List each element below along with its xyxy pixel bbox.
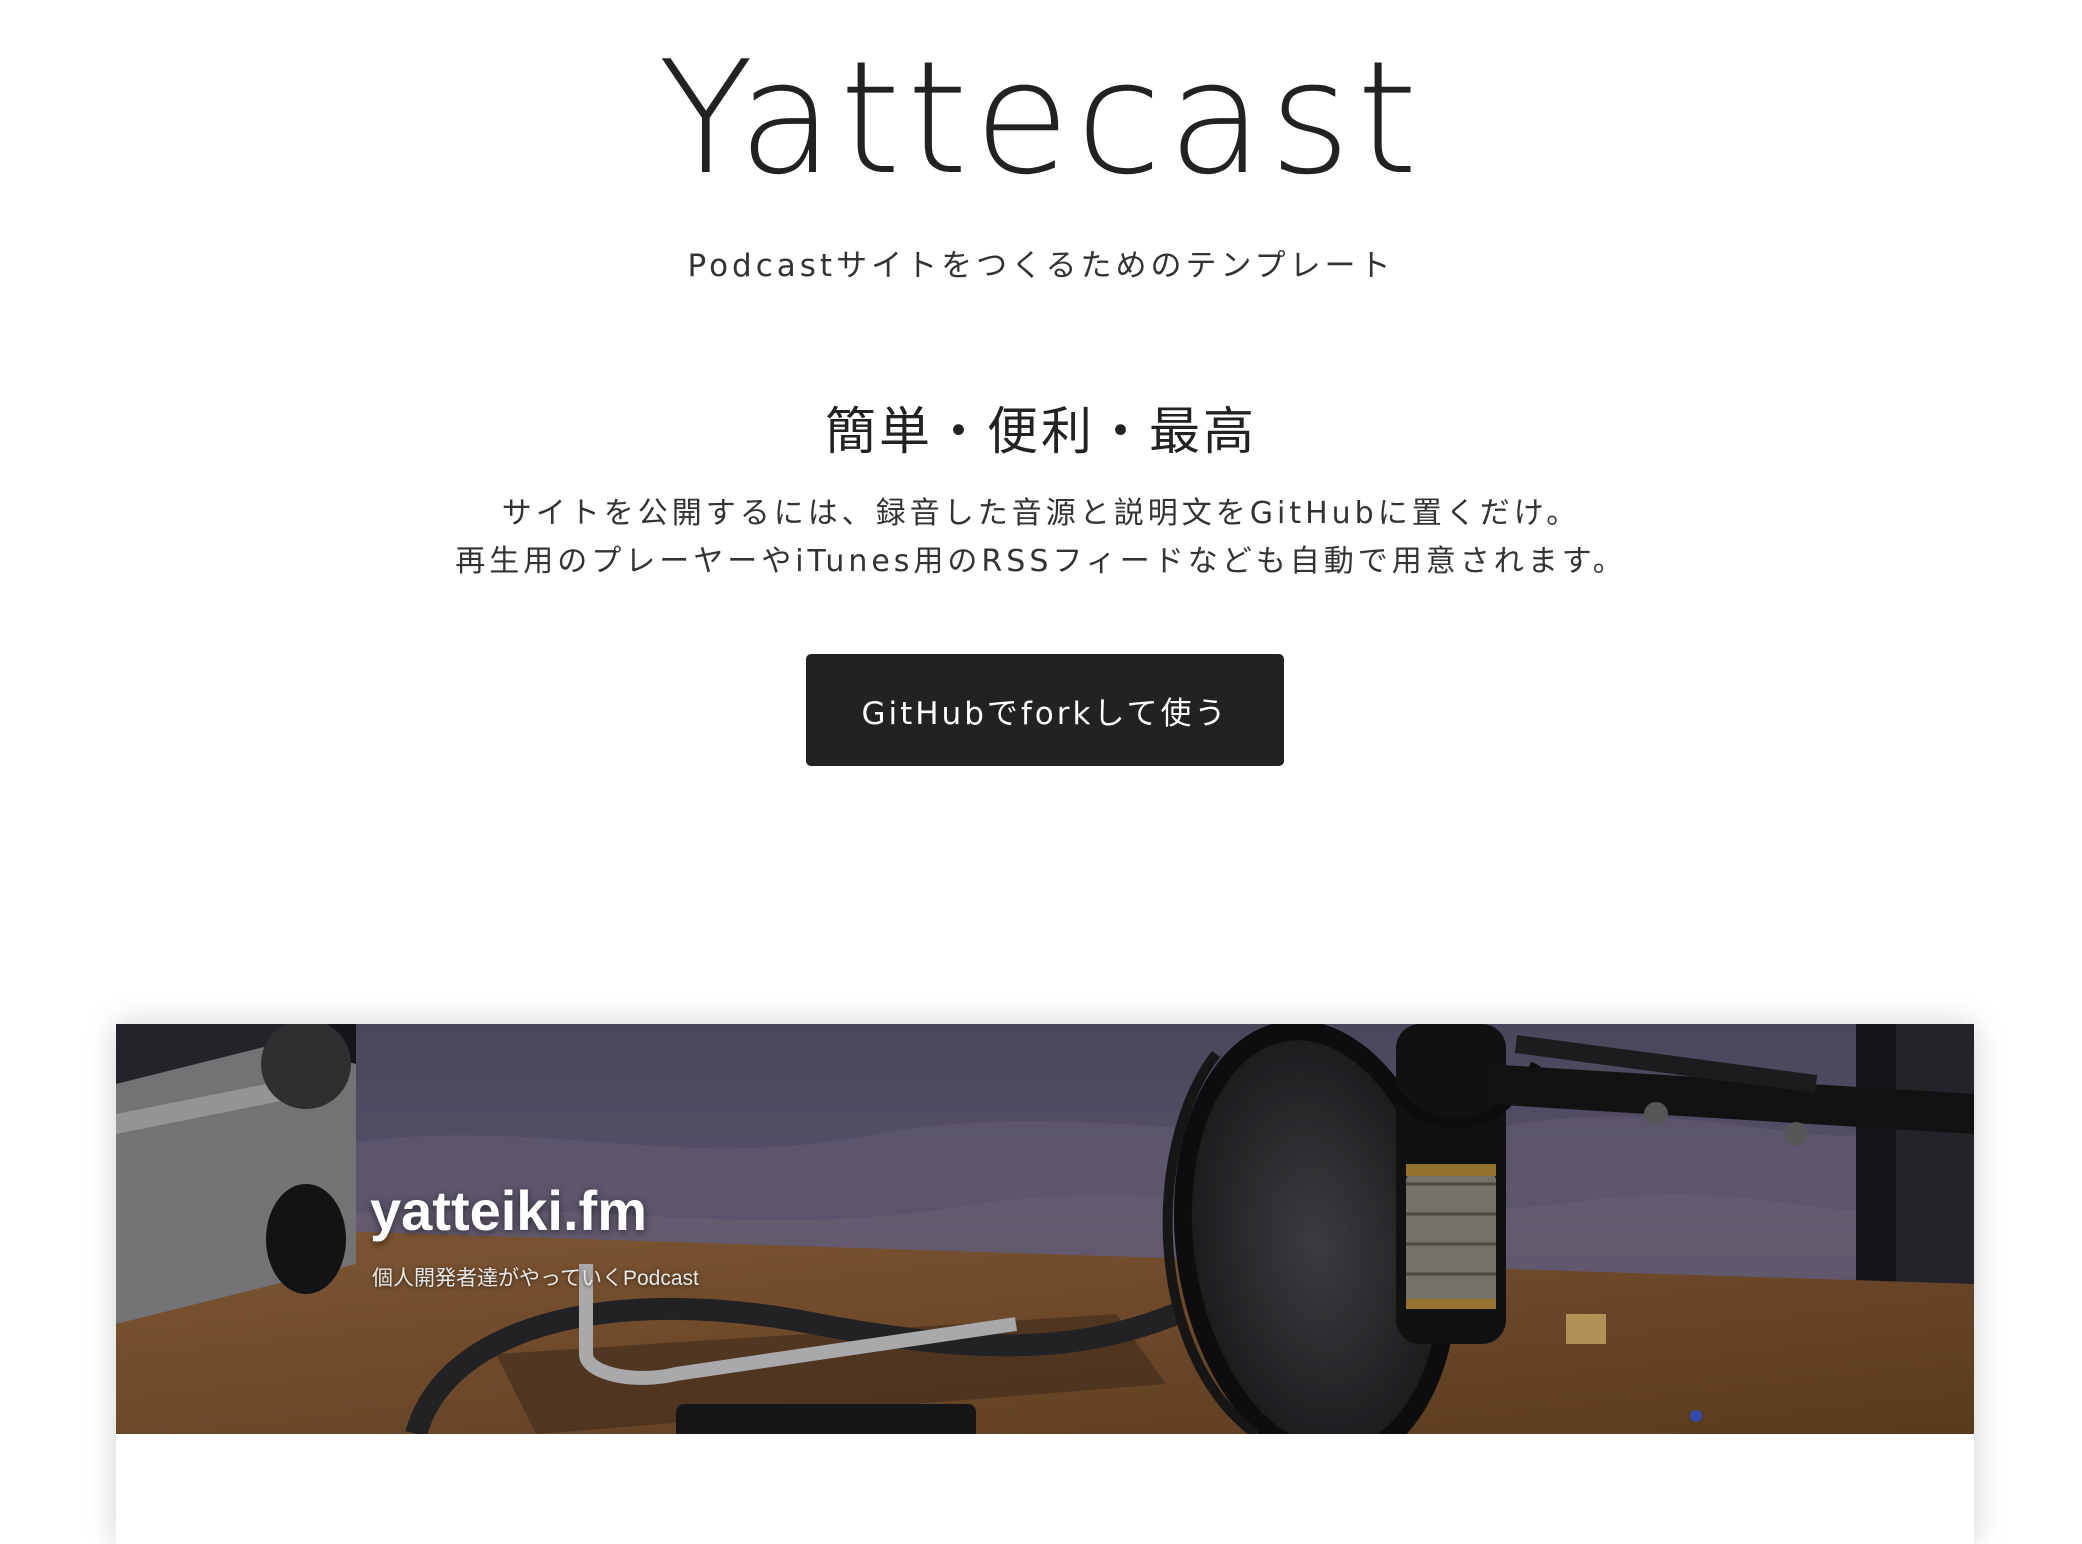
site-preview-card[interactable]: yatteiki.fm 個人開発者達がやっていくPodcast bbox=[116, 1024, 1974, 1544]
feature-headline: 簡単・便利・最高 bbox=[824, 403, 1257, 462]
preview-hero-image: yatteiki.fm 個人開発者達がやっていくPodcast bbox=[116, 1024, 1974, 1434]
fork-on-github-button[interactable]: GitHubでforkして使う bbox=[806, 654, 1284, 766]
feature-description: サイトを公開するには、録音した音源と説明文をGitHubに置くだけ。 再生用のプ… bbox=[0, 490, 2082, 586]
site-tagline: Podcastサイトをつくるためのテンプレート bbox=[687, 248, 1395, 284]
preview-site-subtitle: 個人開発者達がやっていくPodcast bbox=[372, 1267, 699, 1290]
description-line-2: 再生用のプレーヤーやiTunes用のRSSフィードなども自動で用意されます。 bbox=[455, 544, 1627, 579]
site-title: Yattecast bbox=[658, 27, 1424, 209]
description-line-1: サイトを公開するには、録音した音源と説明文をGitHubに置くだけ。 bbox=[501, 496, 1581, 531]
preview-site-title: yatteiki.fm bbox=[370, 1179, 647, 1242]
